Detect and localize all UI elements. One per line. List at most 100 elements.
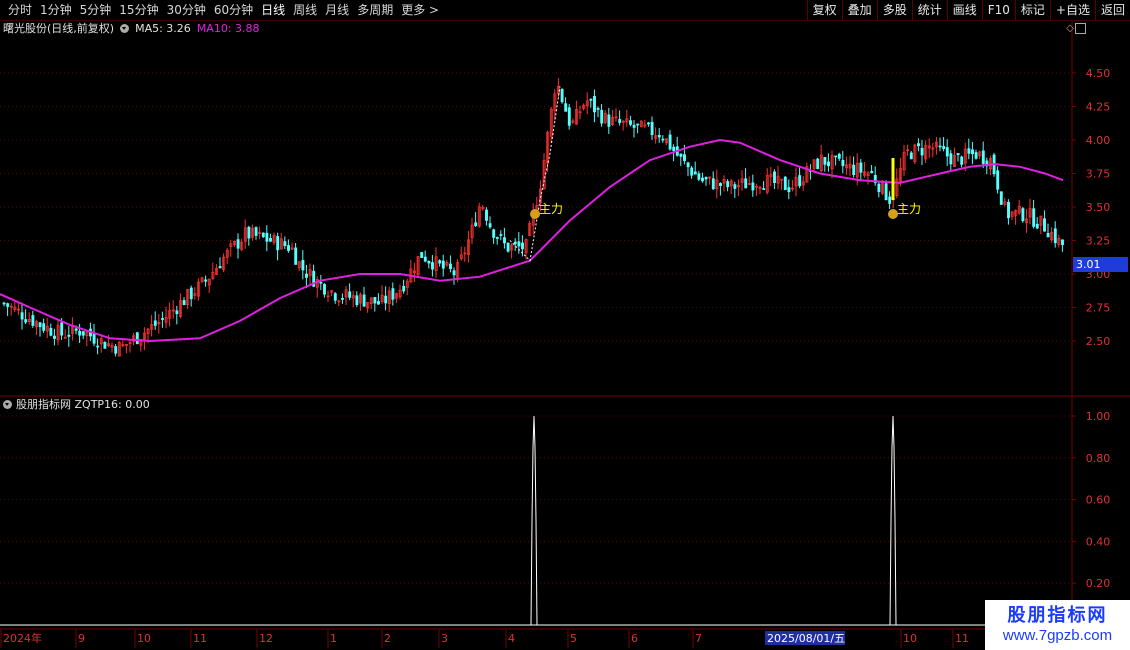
candle-body xyxy=(733,184,737,189)
dropdown-icon[interactable] xyxy=(120,24,130,33)
y-tick-label: 3.50 xyxy=(1086,201,1111,214)
candle-body xyxy=(348,291,352,298)
x-tick-label: 2 xyxy=(384,632,391,645)
candle-body xyxy=(589,98,593,101)
candle-body xyxy=(503,237,506,244)
candle-body xyxy=(2,302,6,305)
candle-body xyxy=(999,191,1003,205)
candle-body xyxy=(452,270,456,276)
x-tick-label: 12 xyxy=(259,632,273,645)
candle-body xyxy=(355,295,359,305)
candle-body xyxy=(719,183,722,187)
candle-body xyxy=(884,183,888,201)
candle-body xyxy=(690,167,694,176)
candle-body xyxy=(636,123,640,126)
candle-body xyxy=(1053,228,1057,244)
candle-body xyxy=(567,107,571,126)
candle-body xyxy=(618,119,622,123)
candle-body xyxy=(323,284,326,295)
candle-body xyxy=(870,170,874,174)
candle-body xyxy=(683,154,686,161)
candle-body xyxy=(42,323,46,331)
y-tick-label: 0.80 xyxy=(1086,452,1111,465)
candle-body xyxy=(945,147,949,157)
candle-body xyxy=(485,209,488,221)
candle-body xyxy=(384,295,388,304)
candle-body xyxy=(686,162,690,168)
candle-body xyxy=(182,300,186,306)
candle-body xyxy=(909,152,913,160)
candle-body xyxy=(96,345,100,348)
candle-body xyxy=(254,227,258,236)
candle-body xyxy=(449,263,452,270)
y-tick-label: 4.00 xyxy=(1086,134,1111,147)
candle-body xyxy=(6,303,10,307)
kline-chart[interactable]: 主力 主力 4.504.254.003.753.503.253.002.752.5… xyxy=(0,0,1130,650)
candle-body xyxy=(506,242,510,252)
signal-label: 主力 xyxy=(539,202,563,216)
signal-markers: 主力 主力 xyxy=(530,158,921,219)
candle-body xyxy=(74,328,78,331)
candle-body xyxy=(960,156,964,165)
candle-body xyxy=(697,173,701,180)
candle-body xyxy=(607,114,611,127)
candle-body xyxy=(917,143,920,147)
candle-body xyxy=(956,153,960,156)
indicator-label: 股朋指标网 ZQTP16: 0.00 xyxy=(16,398,150,411)
ma5-label: MA5: 3.26 xyxy=(135,22,191,35)
candle-body xyxy=(513,241,517,245)
candle-body xyxy=(647,122,650,125)
candle-body xyxy=(787,187,791,193)
candle-body xyxy=(319,281,323,284)
candle-body xyxy=(423,256,427,262)
candle-body xyxy=(305,273,308,278)
candle-body xyxy=(657,134,661,138)
x-tick-label: 4 xyxy=(508,632,515,645)
candle-body xyxy=(20,312,24,320)
panel-toggle-icon[interactable] xyxy=(1075,23,1086,34)
x-tick-label: 7 xyxy=(695,632,702,645)
current-price-tag: 3.01 xyxy=(1073,257,1128,272)
candle-body xyxy=(333,293,337,301)
y-tick-label: 0.40 xyxy=(1086,535,1111,548)
indicator-spike xyxy=(889,415,897,626)
x-tick-label: 6 xyxy=(631,632,638,645)
candle-body xyxy=(974,152,978,159)
candle-body xyxy=(1032,208,1036,227)
candle-body xyxy=(1021,208,1025,222)
y-tick-label: 2.50 xyxy=(1086,335,1111,348)
candle-body xyxy=(859,162,863,173)
y-tick-label: 3.75 xyxy=(1086,168,1111,181)
candle-body xyxy=(362,294,366,307)
candle-body xyxy=(1061,239,1064,246)
candle-body xyxy=(783,176,787,191)
diamond-icon[interactable]: ◇ xyxy=(1066,23,1074,34)
dropdown-icon[interactable] xyxy=(3,400,12,409)
candle-body xyxy=(816,158,820,170)
candle-body xyxy=(114,346,118,354)
candle-body xyxy=(693,171,697,175)
candle-body xyxy=(189,287,193,300)
candle-body xyxy=(81,331,85,336)
watermark-url: www.7gpzb.com xyxy=(1002,627,1113,644)
candle-body xyxy=(949,153,953,165)
y-tick-label: 3.25 xyxy=(1086,235,1111,248)
candle-body xyxy=(726,181,730,188)
candle-body xyxy=(269,238,272,242)
candle-body xyxy=(60,322,64,336)
candle-body xyxy=(294,247,298,265)
x-tick-label: 3 xyxy=(441,632,448,645)
candle-body xyxy=(967,148,971,154)
cursor-date-label: 2025/08/01/五 xyxy=(767,632,845,645)
y-tick-label: 4.25 xyxy=(1086,101,1111,114)
watermark: 股朋指标网 www.7gpzb.com xyxy=(985,600,1130,650)
candle-body xyxy=(420,252,424,258)
candle-body xyxy=(517,241,521,247)
candle-body xyxy=(629,120,632,125)
x-tick-label: 5 xyxy=(570,632,577,645)
candle-body xyxy=(672,146,676,151)
y-tick-label: 0.60 xyxy=(1086,494,1111,507)
candle-body xyxy=(161,318,164,320)
candle-body xyxy=(1043,218,1046,232)
watermark-title: 股朋指标网 xyxy=(1007,605,1108,626)
